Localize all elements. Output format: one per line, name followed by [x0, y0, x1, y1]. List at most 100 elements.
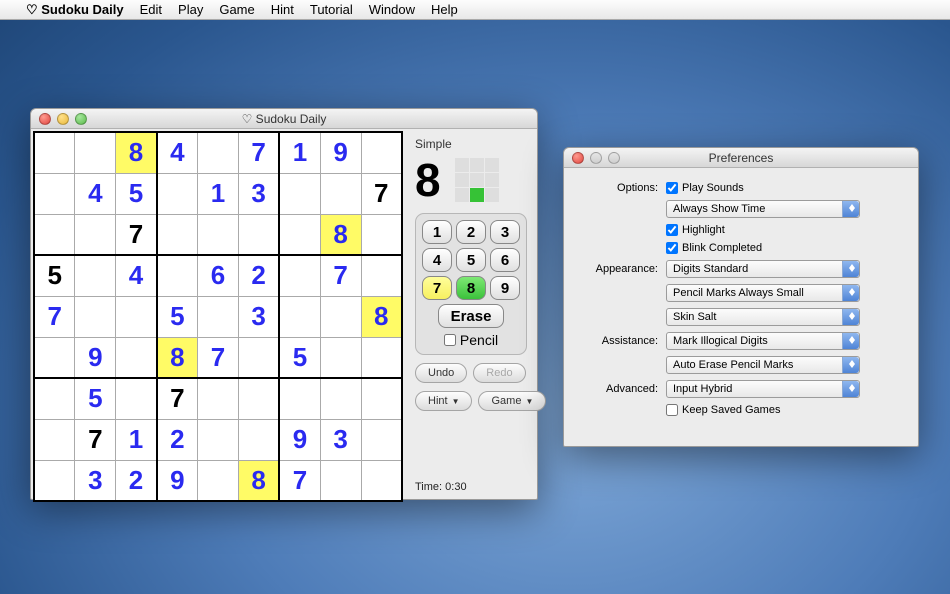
cell-2-5[interactable]: [238, 214, 279, 255]
cell-5-8[interactable]: [361, 337, 402, 378]
cell-5-5[interactable]: [238, 337, 279, 378]
cell-5-0[interactable]: [34, 337, 75, 378]
cell-8-7[interactable]: [320, 460, 361, 501]
autoerase-popup[interactable]: Auto Erase Pencil Marks: [666, 356, 860, 374]
cell-3-6[interactable]: [279, 255, 320, 296]
cell-7-3[interactable]: 2: [157, 419, 198, 460]
undo-button[interactable]: Undo: [415, 363, 467, 383]
cell-3-0[interactable]: 5: [34, 255, 75, 296]
cell-8-8[interactable]: [361, 460, 402, 501]
cell-4-2[interactable]: [116, 296, 157, 337]
cell-3-5[interactable]: 2: [238, 255, 279, 296]
cell-4-5[interactable]: 3: [238, 296, 279, 337]
menu-play[interactable]: Play: [178, 2, 203, 17]
cell-4-8[interactable]: 8: [361, 296, 402, 337]
app-menu[interactable]: ♡ Sudoku Daily: [26, 2, 124, 18]
cell-1-7[interactable]: [320, 173, 361, 214]
cell-1-6[interactable]: [279, 173, 320, 214]
hint-button[interactable]: Hint▼: [415, 391, 472, 411]
cell-3-7[interactable]: 7: [320, 255, 361, 296]
cell-3-3[interactable]: [157, 255, 198, 296]
play-sounds-checkbox[interactable]: [666, 182, 678, 194]
cell-3-8[interactable]: [361, 255, 402, 296]
cell-7-1[interactable]: 7: [75, 419, 116, 460]
cell-4-0[interactable]: 7: [34, 296, 75, 337]
key-2[interactable]: 2: [456, 220, 486, 244]
sudoku-grid[interactable]: 8471945137785462775389875577129332987: [33, 131, 403, 502]
key-6[interactable]: 6: [490, 248, 520, 272]
key-4[interactable]: 4: [422, 248, 452, 272]
cell-0-6[interactable]: 1: [279, 132, 320, 173]
cell-5-7[interactable]: [320, 337, 361, 378]
cell-1-1[interactable]: 4: [75, 173, 116, 214]
key-5[interactable]: 5: [456, 248, 486, 272]
redo-button[interactable]: Redo: [473, 363, 525, 383]
cell-4-1[interactable]: [75, 296, 116, 337]
cell-0-4[interactable]: [198, 132, 239, 173]
cell-1-5[interactable]: 3: [238, 173, 279, 214]
pencil-marks-popup[interactable]: Pencil Marks Always Small: [666, 284, 860, 302]
cell-6-1[interactable]: 5: [75, 378, 116, 419]
cell-2-4[interactable]: [198, 214, 239, 255]
key-3[interactable]: 3: [490, 220, 520, 244]
cell-8-1[interactable]: 3: [75, 460, 116, 501]
cell-1-2[interactable]: 5: [116, 173, 157, 214]
cell-2-2[interactable]: 7: [116, 214, 157, 255]
cell-4-4[interactable]: [198, 296, 239, 337]
time-mode-popup[interactable]: Always Show Time: [666, 200, 860, 218]
menu-hint[interactable]: Hint: [271, 2, 294, 17]
cell-0-2[interactable]: 8: [116, 132, 157, 173]
cell-7-7[interactable]: 3: [320, 419, 361, 460]
blink-checkbox[interactable]: [666, 242, 678, 254]
cell-1-8[interactable]: 7: [361, 173, 402, 214]
cell-6-0[interactable]: [34, 378, 75, 419]
menu-help[interactable]: Help: [431, 2, 458, 17]
preferences-titlebar[interactable]: Preferences: [564, 148, 918, 168]
key-1[interactable]: 1: [422, 220, 452, 244]
cell-3-4[interactable]: 6: [198, 255, 239, 296]
cell-0-7[interactable]: 9: [320, 132, 361, 173]
keep-saved-checkbox[interactable]: [666, 404, 678, 416]
cell-6-4[interactable]: [198, 378, 239, 419]
highlight-checkbox[interactable]: [666, 224, 678, 236]
cell-6-8[interactable]: [361, 378, 402, 419]
sudoku-titlebar[interactable]: ♡ Sudoku Daily: [31, 109, 537, 129]
cell-8-6[interactable]: 7: [279, 460, 320, 501]
cell-7-6[interactable]: 9: [279, 419, 320, 460]
cell-6-3[interactable]: 7: [157, 378, 198, 419]
cell-4-3[interactable]: 5: [157, 296, 198, 337]
cell-7-2[interactable]: 1: [116, 419, 157, 460]
cell-7-8[interactable]: [361, 419, 402, 460]
digits-popup[interactable]: Digits Standard: [666, 260, 860, 278]
cell-5-1[interactable]: 9: [75, 337, 116, 378]
menu-window[interactable]: Window: [369, 2, 415, 17]
cell-0-5[interactable]: 7: [238, 132, 279, 173]
cell-2-0[interactable]: [34, 214, 75, 255]
cell-8-0[interactable]: [34, 460, 75, 501]
cell-4-7[interactable]: [320, 296, 361, 337]
pencil-checkbox[interactable]: [444, 334, 456, 346]
cell-0-3[interactable]: 4: [157, 132, 198, 173]
key-7[interactable]: 7: [422, 276, 452, 300]
skin-popup[interactable]: Skin Salt: [666, 308, 860, 326]
cell-5-3[interactable]: 8: [157, 337, 198, 378]
cell-1-0[interactable]: [34, 173, 75, 214]
menu-tutorial[interactable]: Tutorial: [310, 2, 353, 17]
cell-8-3[interactable]: 9: [157, 460, 198, 501]
cell-4-6[interactable]: [279, 296, 320, 337]
input-popup[interactable]: Input Hybrid: [666, 380, 860, 398]
illogical-popup[interactable]: Mark Illogical Digits: [666, 332, 860, 350]
cell-5-6[interactable]: 5: [279, 337, 320, 378]
key-8[interactable]: 8: [456, 276, 486, 300]
cell-5-2[interactable]: [116, 337, 157, 378]
cell-2-1[interactable]: [75, 214, 116, 255]
cell-8-4[interactable]: [198, 460, 239, 501]
cell-0-8[interactable]: [361, 132, 402, 173]
cell-2-3[interactable]: [157, 214, 198, 255]
cell-2-6[interactable]: [279, 214, 320, 255]
menu-game[interactable]: Game: [219, 2, 254, 17]
cell-1-3[interactable]: [157, 173, 198, 214]
cell-0-0[interactable]: [34, 132, 75, 173]
cell-2-8[interactable]: [361, 214, 402, 255]
cell-5-4[interactable]: 7: [198, 337, 239, 378]
